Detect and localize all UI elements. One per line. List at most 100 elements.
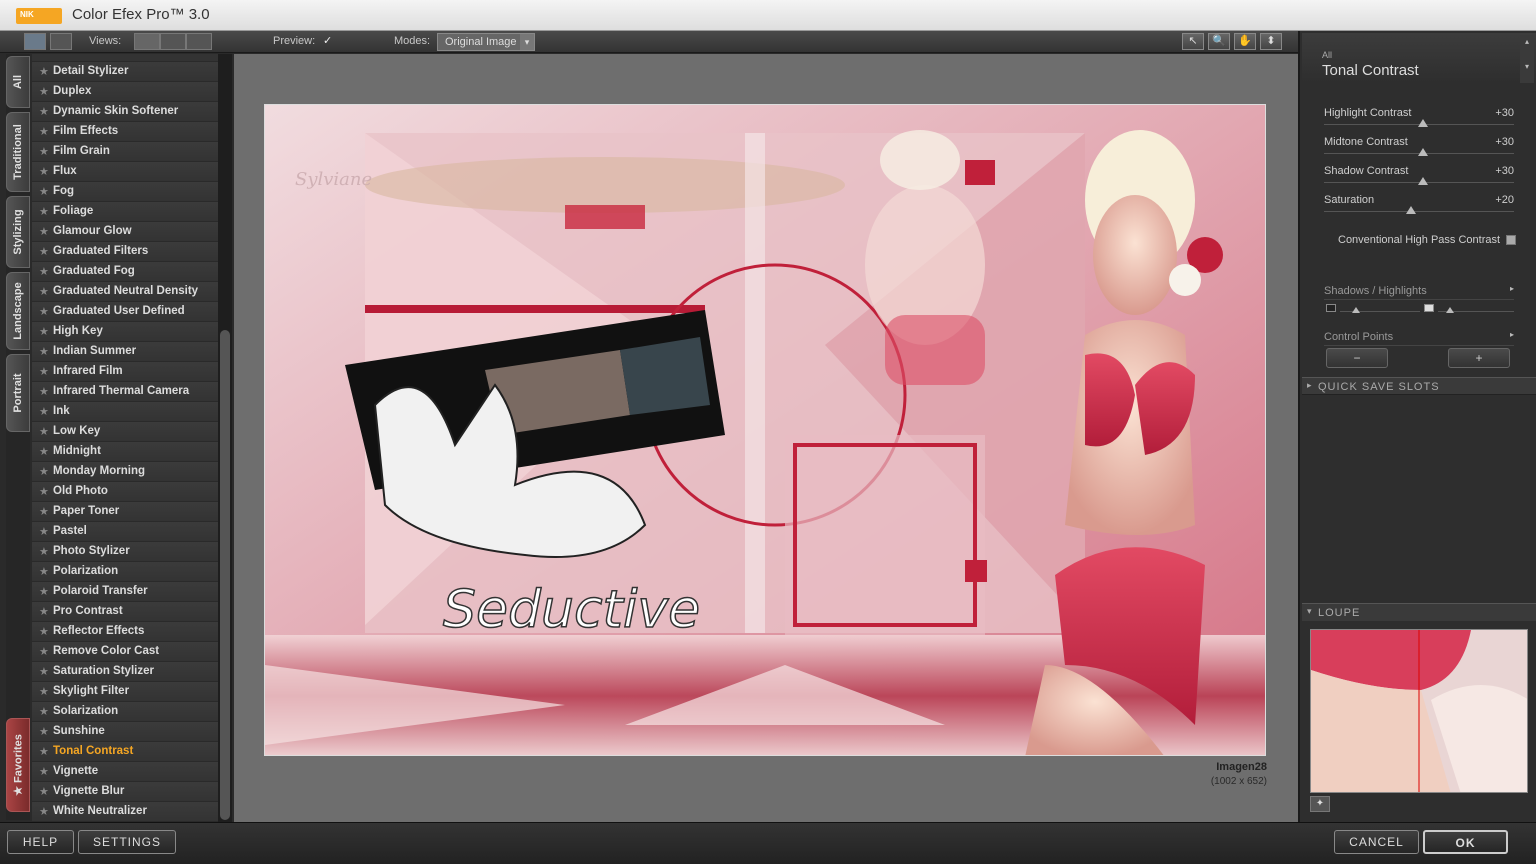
favorite-star-icon[interactable]: ★ xyxy=(39,305,49,318)
shadows-highlights-section[interactable]: Shadows / Highlights ▸ xyxy=(1324,284,1514,300)
filter-item[interactable]: ★ Polarization xyxy=(32,562,218,582)
filter-item[interactable]: ★ Pro Contrast xyxy=(32,602,218,622)
favorite-star-icon[interactable]: ★ xyxy=(39,185,49,198)
filter-item[interactable]: ★ Tonal Contrast xyxy=(32,742,218,762)
filter-item[interactable]: ★ Vignette Blur xyxy=(32,782,218,802)
slider-row[interactable]: Midtone Contrast +30 xyxy=(1324,136,1514,164)
favorite-star-icon[interactable]: ★ xyxy=(39,725,49,738)
zoom-tool-icon[interactable]: 🔍 xyxy=(1208,33,1230,50)
high-pass-contrast-row[interactable]: Conventional High Pass Contrast xyxy=(1338,233,1518,249)
loupe-view[interactable] xyxy=(1310,629,1528,793)
filter-item[interactable]: ★ Graduated Filters xyxy=(32,242,218,262)
favorite-star-icon[interactable]: ★ xyxy=(39,785,49,798)
chevron-down-icon[interactable]: ▾ xyxy=(1520,62,1534,71)
filter-item[interactable]: ★ White Neutralizer xyxy=(32,802,218,822)
favorite-star-icon[interactable]: ★ xyxy=(39,205,49,218)
favorite-star-icon[interactable]: ★ xyxy=(39,545,49,558)
tab-portrait[interactable]: Portrait xyxy=(6,354,30,432)
preview-image[interactable]: Seductive Sylviane xyxy=(264,104,1266,756)
filter-item[interactable]: ★ Photo Stylizer xyxy=(32,542,218,562)
slider-handle[interactable] xyxy=(1406,206,1417,214)
slider-row[interactable]: Shadow Contrast +30 xyxy=(1324,165,1514,193)
favorite-star-icon[interactable]: ★ xyxy=(39,645,49,658)
slider-handle[interactable] xyxy=(1417,119,1428,127)
favorite-star-icon[interactable]: ★ xyxy=(39,605,49,618)
favorite-star-icon[interactable]: ★ xyxy=(39,145,49,158)
filter-item[interactable]: ★ Vignette xyxy=(32,762,218,782)
filter-list-scroll-thumb[interactable] xyxy=(220,330,230,820)
favorite-star-icon[interactable]: ★ xyxy=(39,705,49,718)
cancel-button[interactable]: CANCEL xyxy=(1334,830,1419,854)
favorite-star-icon[interactable]: ★ xyxy=(39,285,49,298)
control-point-tool-icon[interactable]: ⬍ xyxy=(1260,33,1282,50)
tab-stylizing[interactable]: Stylizing xyxy=(6,196,30,268)
tab-traditional[interactable]: Traditional xyxy=(6,112,30,192)
favorite-star-icon[interactable]: ★ xyxy=(39,465,49,478)
filter-list-scrollbar[interactable] xyxy=(218,54,232,822)
favorite-star-icon[interactable]: ★ xyxy=(39,225,49,238)
help-button[interactable]: HELP xyxy=(7,830,74,854)
filter-item[interactable]: ★ Polaroid Transfer xyxy=(32,582,218,602)
add-control-point-button[interactable]: + xyxy=(1448,348,1510,368)
favorite-star-icon[interactable]: ★ xyxy=(39,405,49,418)
modes-select[interactable]: Original Image ▾ xyxy=(437,33,535,51)
filter-item[interactable]: ★ Midnight xyxy=(32,442,218,462)
slider-handle[interactable] xyxy=(1417,177,1428,185)
preview-checkbox[interactable]: ✓ xyxy=(323,34,332,47)
filter-item[interactable]: ★ Pastel xyxy=(32,522,218,542)
filter-item[interactable]: ★ Film Effects xyxy=(32,122,218,142)
filter-item[interactable]: ★ Fog xyxy=(32,182,218,202)
favorite-star-icon[interactable]: ★ xyxy=(39,245,49,258)
preview-mode-list-icon[interactable] xyxy=(50,33,72,50)
favorite-star-icon[interactable]: ★ xyxy=(39,425,49,438)
filter-item[interactable]: ★ Saturation Stylizer xyxy=(32,662,218,682)
filter-item[interactable]: ★ Old Photo xyxy=(32,482,218,502)
pin-loupe-icon[interactable]: ✦ xyxy=(1310,796,1330,812)
favorite-star-icon[interactable]: ★ xyxy=(39,85,49,98)
filter-item[interactable]: ★ Paper Toner xyxy=(32,502,218,522)
high-pass-contrast-checkbox[interactable] xyxy=(1506,235,1516,245)
favorite-star-icon[interactable]: ★ xyxy=(39,485,49,498)
favorite-star-icon[interactable]: ★ xyxy=(39,525,49,538)
filter-item[interactable]: ★ Low Key xyxy=(32,422,218,442)
chevron-up-icon[interactable]: ▴ xyxy=(1520,37,1534,46)
favorite-star-icon[interactable]: ★ xyxy=(39,105,49,118)
favorite-star-icon[interactable]: ★ xyxy=(39,65,49,78)
favorite-star-icon[interactable]: ★ xyxy=(39,325,49,338)
filter-item[interactable]: ★ Ink xyxy=(32,402,218,422)
control-points-section[interactable]: Control Points ▸ xyxy=(1324,330,1514,346)
filter-item[interactable]: ★ Sunshine xyxy=(32,722,218,742)
ok-button[interactable]: OK xyxy=(1423,830,1508,854)
filter-nav-scroll[interactable]: ▴ ▾ xyxy=(1520,35,1534,83)
slider-row[interactable]: Highlight Contrast +30 xyxy=(1324,107,1514,135)
hand-tool-icon[interactable]: ✋ xyxy=(1234,33,1256,50)
favorite-star-icon[interactable]: ★ xyxy=(39,165,49,178)
slider-row[interactable]: Saturation +20 xyxy=(1324,194,1514,222)
filter-item[interactable]: ★ Flux xyxy=(32,162,218,182)
favorite-star-icon[interactable]: ★ xyxy=(39,365,49,378)
remove-control-point-button[interactable]: − xyxy=(1326,348,1388,368)
filter-item[interactable]: ★ Glamour Glow xyxy=(32,222,218,242)
favorite-star-icon[interactable]: ★ xyxy=(39,445,49,458)
filter-item[interactable]: ★ High Key xyxy=(32,322,218,342)
pointer-tool-icon[interactable]: ↖ xyxy=(1182,33,1204,50)
filter-item[interactable]: ★ Dynamic Skin Softener xyxy=(32,102,218,122)
shadows-slider-handle[interactable] xyxy=(1352,307,1360,313)
filter-item[interactable]: ★ Film Grain xyxy=(32,142,218,162)
filter-item[interactable]: ★ Skylight Filter xyxy=(32,682,218,702)
filter-item[interactable]: ★ Graduated User Defined xyxy=(32,302,218,322)
favorite-star-icon[interactable]: ★ xyxy=(39,505,49,518)
preview-mode-image-icon[interactable] xyxy=(24,33,46,50)
slider-handle[interactable] xyxy=(1417,148,1428,156)
filter-item[interactable]: ★ Duplex xyxy=(32,82,218,102)
favorite-star-icon[interactable]: ★ xyxy=(39,585,49,598)
filter-item[interactable]: ★ Reflector Effects xyxy=(32,622,218,642)
view-split-icon[interactable] xyxy=(160,33,186,50)
settings-button[interactable]: SETTINGS xyxy=(78,830,176,854)
favorite-star-icon[interactable]: ★ xyxy=(39,345,49,358)
tab-all[interactable]: All xyxy=(6,56,30,108)
tab-landscape[interactable]: Landscape xyxy=(6,272,30,350)
filter-item[interactable]: ★ Solarization xyxy=(32,702,218,722)
filter-item[interactable]: ★ Remove Color Cast xyxy=(32,642,218,662)
view-single-icon[interactable] xyxy=(134,33,160,50)
